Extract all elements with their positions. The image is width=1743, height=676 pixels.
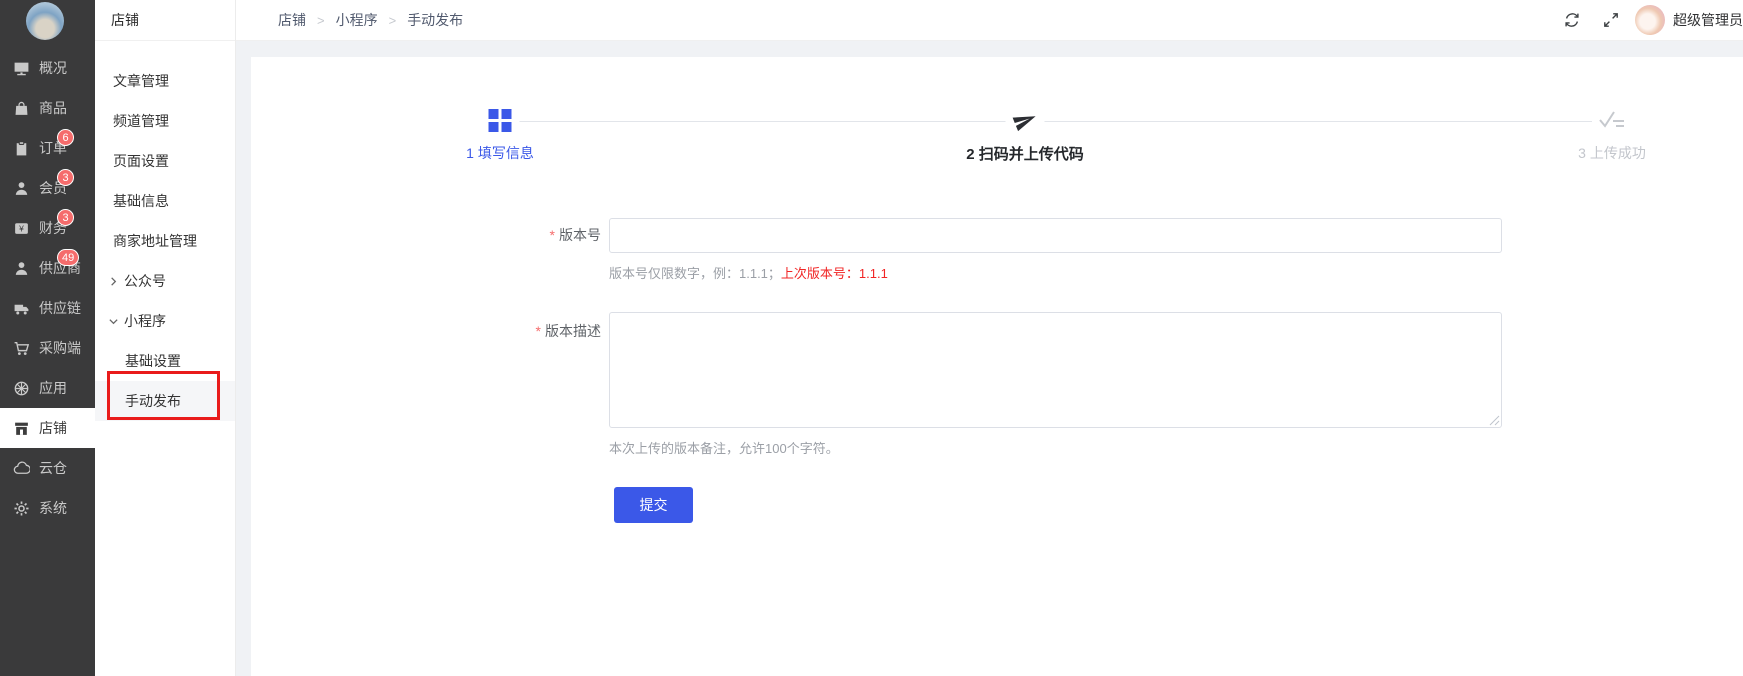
sidebar-item-shop[interactable]: 店铺 bbox=[0, 408, 95, 448]
breadcrumb-item-manual-publish: 手动发布 bbox=[407, 10, 463, 30]
apps-icon bbox=[13, 380, 30, 397]
sidebar-item-apps[interactable]: 应用 bbox=[0, 368, 95, 408]
sidebar-item-products[interactable]: 商品 bbox=[0, 88, 95, 128]
submenu-item-article-management[interactable]: 文章管理 bbox=[95, 61, 235, 101]
orders-badge: 6 bbox=[57, 129, 74, 146]
version-number-input[interactable] bbox=[609, 218, 1502, 253]
submenu-group-mini-program[interactable]: 小程序 bbox=[95, 301, 235, 341]
sidebar-item-supply-chain[interactable]: 供应链 bbox=[0, 288, 95, 328]
version-description-label: 版本描述 bbox=[381, 321, 601, 341]
textarea-resize-grip[interactable] bbox=[1489, 415, 1500, 426]
submenu-item-channel-management[interactable]: 频道管理 bbox=[95, 101, 235, 141]
topbar-actions: 超级管理员 bbox=[1563, 5, 1743, 35]
breadcrumb-separator: > bbox=[389, 13, 397, 28]
version-number-label: 版本号 bbox=[381, 218, 601, 253]
checklist-icon bbox=[1592, 108, 1632, 130]
submit-button[interactable]: 提交 bbox=[614, 487, 693, 523]
version-description-textarea[interactable] bbox=[609, 312, 1502, 428]
step-1-label: 1 填写信息 bbox=[466, 143, 534, 163]
primary-sidebar: 概况 商品 订单 6 会员 3 bbox=[0, 0, 95, 676]
last-version-hint: 上次版本号：1.1.1 bbox=[781, 266, 888, 281]
breadcrumb: 店铺 > 小程序 > 手动发布 bbox=[278, 10, 463, 30]
shop-icon bbox=[13, 420, 30, 437]
secondary-sidebar: 店铺 文章管理 频道管理 页面设置 基础信息 商家地址管理 公众号 小程序 基础… bbox=[95, 0, 236, 676]
breadcrumb-separator: > bbox=[317, 13, 325, 28]
monitor-icon bbox=[13, 60, 30, 77]
sidebar-item-label: 采购端 bbox=[39, 338, 81, 358]
finance-icon: ¥ bbox=[13, 220, 30, 237]
stepper-connector-line bbox=[513, 121, 1593, 122]
finance-badge: 3 bbox=[57, 209, 74, 226]
breadcrumb-item-mini-program[interactable]: 小程序 bbox=[336, 10, 378, 30]
sidebar-item-orders[interactable]: 订单 6 bbox=[0, 128, 95, 168]
submenu-group-label: 公众号 bbox=[124, 271, 166, 291]
sidebar-item-cloud-warehouse[interactable]: 云仓 bbox=[0, 448, 95, 488]
step-2-label: 2 扫码并上传代码 bbox=[966, 143, 1084, 164]
bag-icon bbox=[13, 100, 30, 117]
breadcrumb-item-shop[interactable]: 店铺 bbox=[278, 10, 306, 30]
fullscreen-icon[interactable] bbox=[1602, 11, 1620, 29]
submenu-item-page-settings[interactable]: 页面设置 bbox=[95, 141, 235, 181]
chevron-right-icon bbox=[108, 276, 119, 287]
submenu-item-basic-settings[interactable]: 基础设置 bbox=[95, 341, 235, 381]
main-area: 店铺 > 小程序 > 手动发布 超级管理员 bbox=[236, 0, 1743, 676]
sidebar-item-system[interactable]: 系统 bbox=[0, 488, 95, 528]
chevron-down-icon bbox=[108, 316, 119, 327]
supplier-icon bbox=[13, 260, 30, 277]
topbar: 店铺 > 小程序 > 手动发布 超级管理员 bbox=[236, 0, 1743, 41]
version-hint: 版本号仅限数字，例：1.1.1；上次版本号：1.1.1 bbox=[609, 263, 888, 282]
svg-text:¥: ¥ bbox=[18, 223, 24, 233]
submenu-item-manual-publish[interactable]: 手动发布 bbox=[95, 381, 235, 421]
grid-icon bbox=[481, 108, 520, 133]
content-panel: 1 填写信息 2 扫码并上传代码 3 上传成功 版本号 版本号仅限数字，例：1.… bbox=[251, 57, 1743, 676]
app-window: 概况 商品 订单 6 会员 3 bbox=[0, 0, 1743, 676]
primary-nav: 概况 商品 订单 6 会员 3 bbox=[0, 48, 95, 528]
sidebar-item-overview[interactable]: 概况 bbox=[0, 48, 95, 88]
cloud-icon bbox=[13, 460, 30, 477]
order-icon bbox=[13, 140, 30, 157]
sidebar-item-label: 商品 bbox=[39, 98, 67, 118]
submenu-item-merchant-address[interactable]: 商家地址管理 bbox=[95, 221, 235, 261]
sidebar-item-members[interactable]: 会员 3 bbox=[0, 168, 95, 208]
truck-icon bbox=[13, 300, 30, 317]
sidebar-item-label: 供应链 bbox=[39, 298, 81, 318]
gear-icon bbox=[13, 500, 30, 517]
members-badge: 3 bbox=[57, 169, 74, 186]
secondary-sidebar-title: 店铺 bbox=[95, 0, 235, 41]
secondary-nav: 文章管理 频道管理 页面设置 基础信息 商家地址管理 公众号 小程序 基础设置 … bbox=[95, 41, 235, 421]
paper-plane-icon bbox=[1006, 108, 1045, 133]
description-hint: 本次上传的版本备注，允许100个字符。 bbox=[609, 438, 839, 457]
sidebar-item-suppliers[interactable]: 供应商 49 bbox=[0, 248, 95, 288]
sidebar-item-label: 店铺 bbox=[39, 418, 67, 438]
user-avatar[interactable] bbox=[1635, 5, 1665, 35]
cart-icon bbox=[13, 340, 30, 357]
submenu-group-official-account[interactable]: 公众号 bbox=[95, 261, 235, 301]
submenu-group-label: 小程序 bbox=[124, 311, 166, 331]
step-3-label: 3 上传成功 bbox=[1578, 143, 1646, 163]
sidebar-item-label: 云仓 bbox=[39, 458, 67, 478]
sidebar-item-label: 概况 bbox=[39, 58, 67, 78]
refresh-icon[interactable] bbox=[1563, 11, 1581, 29]
sidebar-item-label: 系统 bbox=[39, 498, 67, 518]
sidebar-item-finance[interactable]: ¥ 财务 3 bbox=[0, 208, 95, 248]
username-label[interactable]: 超级管理员 bbox=[1673, 10, 1743, 30]
store-logo-avatar[interactable] bbox=[26, 2, 64, 40]
suppliers-badge: 49 bbox=[57, 249, 79, 266]
sidebar-item-label: 应用 bbox=[39, 378, 67, 398]
sidebar-item-purchasing[interactable]: 采购端 bbox=[0, 328, 95, 368]
submenu-item-basic-info[interactable]: 基础信息 bbox=[95, 181, 235, 221]
member-icon bbox=[13, 180, 30, 197]
